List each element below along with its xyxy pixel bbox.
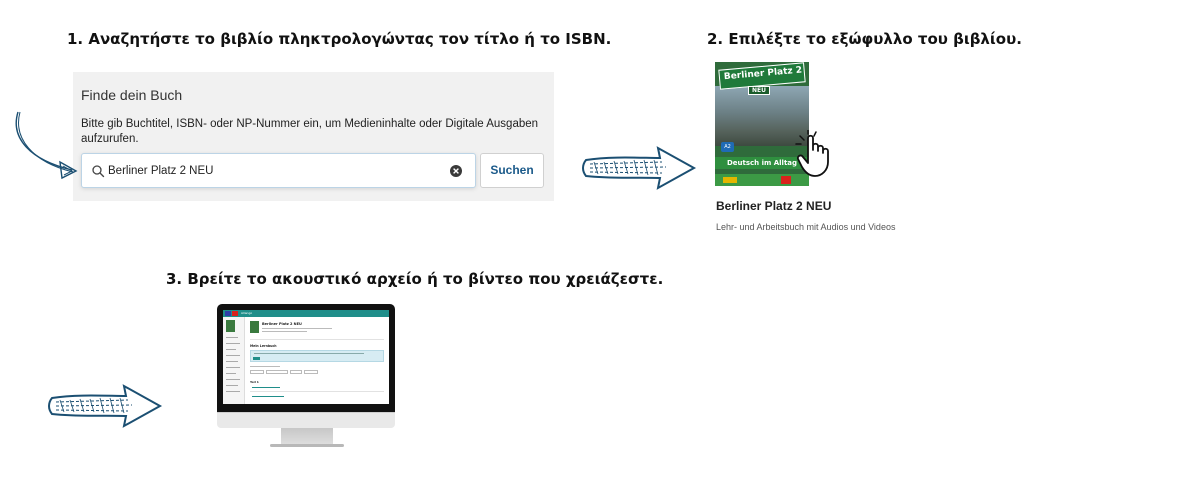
screen-sidebar-line xyxy=(226,391,240,392)
screen-divider xyxy=(250,339,384,340)
screen-text-line xyxy=(250,366,280,367)
monitor: Allango Berliner Platz 2 NEU Mein Lernbu… xyxy=(217,304,395,428)
search-button[interactable]: Suchen xyxy=(480,153,544,188)
search-panel: Finde dein Buch Bitte gib Buchtitel, ISB… xyxy=(73,72,554,201)
screen-sidebar-line xyxy=(226,373,236,374)
monitor-chin xyxy=(217,412,395,428)
right-arrow-icon xyxy=(582,146,697,190)
screen-sidebar xyxy=(223,317,245,404)
book-description: Lehr- und Arbeitsbuch mit Audios und Vid… xyxy=(716,222,896,232)
screen-section-title: Mein Lernbuch xyxy=(250,344,277,348)
screen-logo xyxy=(225,311,231,316)
search-box[interactable] xyxy=(81,153,476,188)
screen-row-title: Teil 1 xyxy=(250,380,259,384)
screen-text-line xyxy=(262,331,307,332)
screen-sidebar-line xyxy=(226,343,240,344)
screen-media-link xyxy=(252,396,284,397)
book-cover-level: A2 xyxy=(721,142,734,152)
monitor-screen: Allango Berliner Platz 2 NEU Mein Lernbu… xyxy=(223,310,389,404)
step-3-heading: 3. Βρείτε το ακουστικό αρχείο ή το βίντε… xyxy=(166,270,664,288)
book-cover-badge: NEU xyxy=(748,86,770,95)
step-1-heading: 1. Αναζητήστε το βιβλίο πληκτρολογώντας … xyxy=(67,30,612,48)
search-icon xyxy=(92,165,105,178)
clear-icon[interactable] xyxy=(449,164,463,178)
screen-filter-chip xyxy=(266,370,288,374)
curved-arrow-icon xyxy=(15,111,78,180)
screen-sidebar-line xyxy=(226,367,240,368)
hand-cursor-icon xyxy=(795,130,829,177)
screen-logo-red xyxy=(232,311,238,316)
screen-sidebar-line xyxy=(226,349,236,350)
screen-divider xyxy=(250,391,384,392)
screen-info-box xyxy=(250,350,384,362)
screen-text-line xyxy=(262,328,332,329)
screen-sidebar-line xyxy=(226,355,240,356)
screen-info-line xyxy=(254,353,364,354)
screen-filter-chip xyxy=(290,370,302,374)
search-panel-title: Finde dein Buch xyxy=(81,87,183,103)
book-cover-publisher-logo xyxy=(781,176,791,184)
screen-media-link xyxy=(252,387,280,388)
screen-book-title: Berliner Platz 2 NEU xyxy=(262,322,302,326)
screen-sidebar-line xyxy=(226,385,238,386)
book-cover-logo xyxy=(723,177,737,183)
screen-book-cover xyxy=(250,321,259,333)
screen-filter-chip xyxy=(250,370,264,374)
screen-sidebar-line xyxy=(226,337,238,338)
right-arrow-icon xyxy=(48,384,163,428)
book-name[interactable]: Berliner Platz 2 NEU xyxy=(716,199,831,213)
screen-info-button xyxy=(253,357,260,360)
monitor-frame: Allango Berliner Platz 2 NEU Mein Lernbu… xyxy=(217,304,395,412)
screen-sidebar-line xyxy=(226,361,238,362)
book-cover-title: Berliner Platz 2 xyxy=(723,65,803,83)
search-panel-description: Bitte gib Buchtitel, ISBN- oder NP-Numme… xyxy=(81,118,539,145)
monitor-base xyxy=(270,444,344,447)
step-2-heading: 2. Επιλέξτε το εξώφυλλο του βιβλίου. xyxy=(707,30,1022,48)
screen-filter-chip xyxy=(304,370,318,374)
search-input[interactable] xyxy=(108,161,438,181)
screen-app-title: Allango xyxy=(241,311,253,315)
screen-sidebar-line xyxy=(226,379,240,380)
screen-sidebar-thumbnail xyxy=(226,320,235,332)
